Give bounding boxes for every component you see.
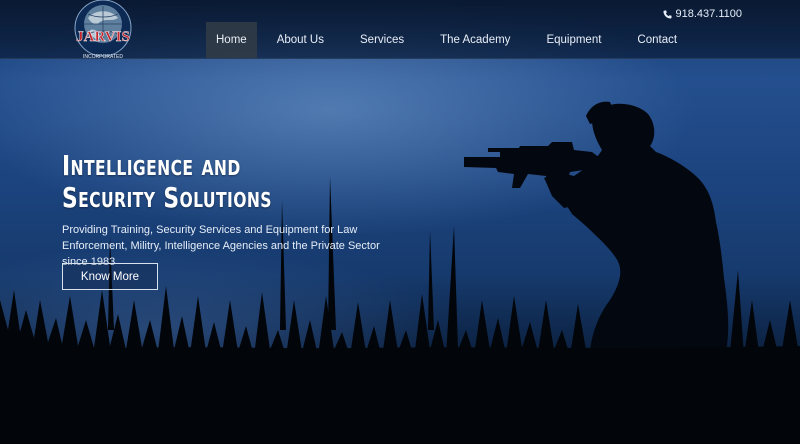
nav-item-the-academy[interactable]: The Academy — [430, 22, 520, 58]
globe-logo-icon: JARVIS INCORPORATED — [74, 0, 132, 60]
nav-item-contact[interactable]: Contact — [627, 22, 687, 58]
nav-item-services[interactable]: Services — [350, 22, 414, 58]
phone-number[interactable]: 918.437.1100 — [662, 8, 742, 20]
hero-headline: Intelligence and Security Solutions — [62, 150, 272, 214]
nav-item-about-us[interactable]: About Us — [267, 22, 334, 58]
nav-item-home[interactable]: Home — [206, 22, 257, 58]
logo-subtext: INCORPORATED — [83, 54, 123, 60]
soldier-silhouette — [464, 101, 729, 385]
logo-wordmark: JARVIS — [76, 29, 130, 45]
main-nav: Home About Us Services The Academy Equip… — [206, 22, 703, 58]
phone-icon — [662, 9, 672, 19]
company-logo[interactable]: JARVIS INCORPORATED — [62, 0, 144, 62]
hero-headline-line1: Intelligence and — [62, 149, 241, 182]
nav-item-equipment[interactable]: Equipment — [536, 22, 611, 58]
hero-headline-line2: Security Solutions — [62, 181, 272, 214]
know-more-button[interactable]: Know More — [62, 263, 158, 290]
phone-number-text: 918.437.1100 — [675, 8, 742, 20]
